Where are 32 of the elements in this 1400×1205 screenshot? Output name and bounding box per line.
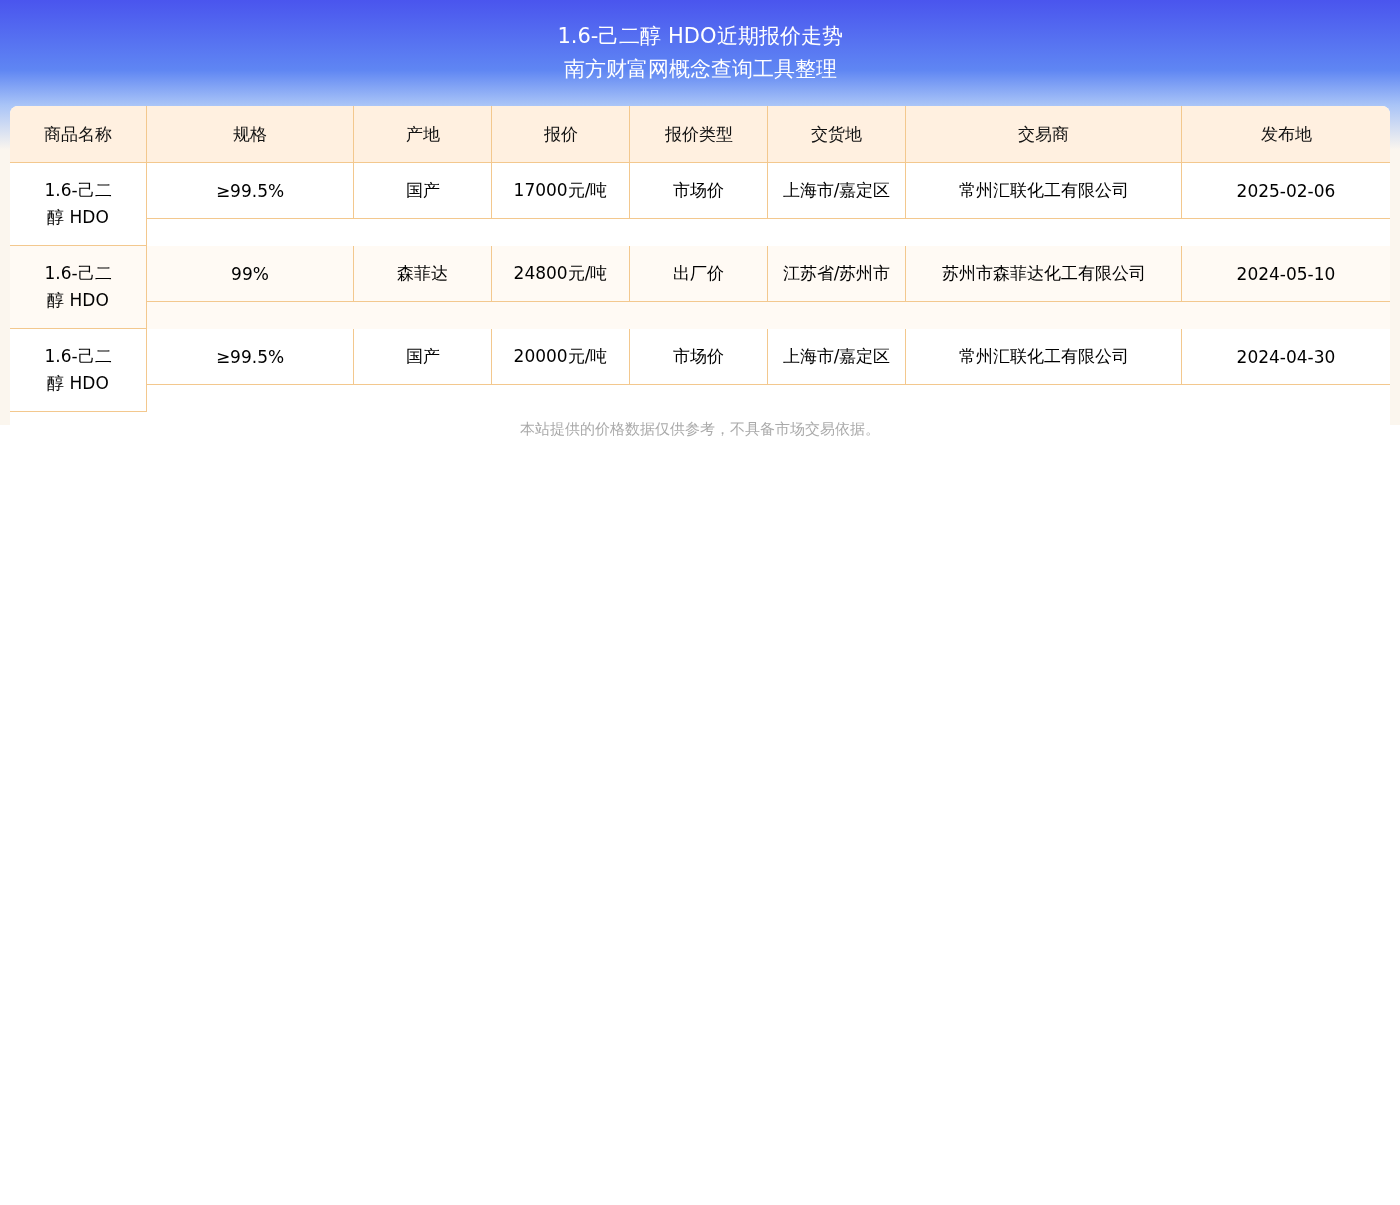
page-title: 南方财富网概念查询工具整理 [562,56,838,83]
table-cell: 市场价 [630,329,768,384]
table-cell: 市场价 [630,163,768,218]
table-cell-text: 2025-02-06 [1235,179,1337,203]
page-title: 1.6-己二醇 HDO近期报价走势 [556,23,844,50]
table-cell: 国产 [354,163,492,218]
column-header: 交货地 [768,106,906,162]
table-cell: 江苏省/苏州市 [768,246,906,301]
table-cell: 24800元/吨 [492,246,630,301]
table-cell: 苏州市森菲达化工有限公司 [906,246,1182,301]
table-cell: 上海市/嘉定区 [768,329,906,384]
column-header: 商品名称 [10,106,147,162]
table-cell: 上海市/嘉定区 [768,163,906,218]
table-cell: 20000元/吨 [492,329,630,384]
column-header: 报价类型 [630,106,768,162]
table-cell: ≥99.5% [147,329,354,384]
table-cell: 森菲达 [354,246,492,301]
table-cell: 17000元/吨 [492,163,630,218]
table-cell: 常州汇联化工有限公司 [906,163,1182,218]
column-header: 报价 [492,106,630,162]
column-header: 发布地 [1259,122,1313,146]
column-header: 产地 [354,106,492,162]
table-cell-text: 2024-04-30 [1235,345,1337,369]
table-cell: 99% [147,246,354,301]
table-cell: 常州汇联化工有限公司 [906,329,1182,384]
column-header: 交易商 [906,106,1182,162]
table-cell: 1.6-己二醇 HDO [10,246,147,329]
table-cell: 出厂价 [630,246,768,301]
table-cell-text: 2024-05-10 [1235,262,1337,286]
column-header: 规格 [147,106,354,162]
table-cell: ≥99.5% [147,163,354,218]
table-cell: 国产 [354,329,492,384]
